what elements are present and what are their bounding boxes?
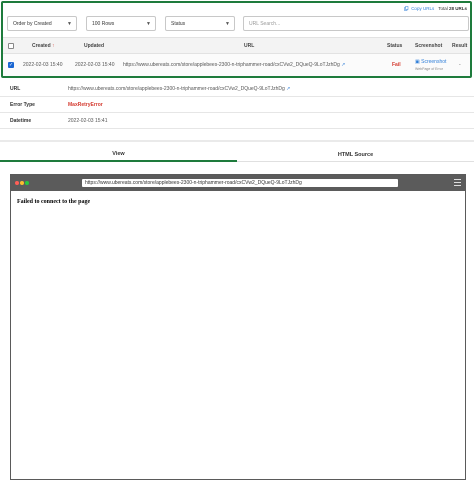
- select-all-checkbox[interactable]: [8, 43, 14, 49]
- chevron-down-icon: ▼: [225, 21, 230, 27]
- screenshot-caption: WebPage of Error: [415, 67, 443, 71]
- section-divider: [0, 140, 474, 142]
- header-created[interactable]: Created ↑: [32, 43, 55, 49]
- top-tools: Copy URLs Total 28 URLs: [404, 6, 467, 11]
- copy-urls-button[interactable]: Copy URLs: [404, 6, 434, 11]
- detail-error-label: Error Type: [10, 102, 35, 108]
- browser-toolbar: https://www.ubereats.com/store/applebees…: [11, 175, 465, 191]
- row-created: 2022-02-03 15:40: [23, 62, 63, 68]
- row-url: https://www.ubereats.com/store/applebees…: [123, 62, 345, 68]
- browser-preview: https://www.ubereats.com/store/applebees…: [10, 174, 466, 480]
- row-url-text: https://www.ubereats.com/store/applebees…: [123, 62, 340, 68]
- header-result: Result: [452, 43, 468, 49]
- table-row[interactable]: ✓ 2022-02-03 15:40 2022-02-03 15:40 http…: [3, 54, 470, 76]
- detail-error-row: Error Type MaxRetryError: [0, 97, 474, 113]
- order-select-value: Order by Created: [13, 20, 52, 27]
- tab-html-source[interactable]: HTML Source: [237, 148, 474, 162]
- header-created-label: Created: [32, 43, 51, 49]
- status-select[interactable]: Status ▼: [165, 16, 235, 31]
- detail-url-value: https://www.ubereats.com/store/applebees…: [68, 86, 290, 92]
- menu-icon[interactable]: [454, 179, 461, 186]
- view-tabs: View HTML Source: [0, 148, 474, 162]
- header-updated[interactable]: Updated: [84, 43, 104, 49]
- detail-url-row: URL https://www.ubereats.com/store/apple…: [0, 81, 474, 97]
- tab-view[interactable]: View: [0, 148, 237, 162]
- maximize-dot-icon: [25, 181, 29, 185]
- external-link-icon[interactable]: ↗: [341, 62, 345, 68]
- order-select[interactable]: Order by Created ▼: [7, 16, 77, 31]
- total-count: Total 28 URLs: [438, 6, 467, 11]
- close-dot-icon: [15, 181, 19, 185]
- table-header: Created ↑ Updated URL Status Screenshot …: [3, 37, 470, 54]
- row-status: Fail: [392, 62, 401, 68]
- row-updated: 2022-02-03 15:40: [75, 62, 115, 68]
- row-result: -: [459, 62, 461, 68]
- status-select-value: Status: [171, 20, 186, 27]
- copy-icon: [404, 6, 409, 11]
- page-error-message: Failed to connect to the page: [17, 199, 91, 205]
- url-search-input[interactable]: URL Search...: [243, 16, 469, 31]
- copy-urls-label: Copy URLs: [411, 6, 435, 11]
- detail-datetime-value: 2022-02-03 15:41: [68, 118, 108, 124]
- results-panel: Copy URLs Total 28 URLs Order by Created…: [1, 1, 472, 78]
- total-value: 28 URLs: [448, 6, 467, 11]
- detail-datetime-label: Datetime: [10, 118, 32, 124]
- detail-url-text: https://www.ubereats.com/store/applebees…: [68, 86, 285, 92]
- detail-error-value: MaxRetryError: [68, 102, 103, 108]
- image-icon: ▣: [415, 59, 420, 65]
- rows-select[interactable]: 100 Rows ▼: [86, 16, 156, 31]
- row-checkbox[interactable]: ✓: [8, 62, 14, 68]
- header-status[interactable]: Status: [387, 43, 402, 49]
- screenshot-link-label: Screenshot: [421, 59, 447, 65]
- detail-datetime-row: Datetime 2022-02-03 15:41: [0, 113, 474, 129]
- chevron-down-icon: ▼: [146, 21, 151, 27]
- header-screenshot: Screenshot: [415, 43, 443, 49]
- chevron-down-icon: ▼: [67, 21, 72, 27]
- sort-arrow-icon: ↑: [52, 43, 55, 49]
- external-link-icon[interactable]: ↗: [286, 86, 290, 92]
- screenshot-link[interactable]: ▣ Screenshot: [415, 59, 446, 65]
- rows-select-value: 100 Rows: [92, 20, 115, 27]
- total-label: Total: [438, 6, 448, 11]
- browser-address-bar[interactable]: https://www.ubereats.com/store/applebees…: [82, 179, 398, 187]
- minimize-dot-icon: [20, 181, 24, 185]
- detail-url-label: URL: [10, 86, 21, 92]
- header-url[interactable]: URL: [244, 43, 254, 49]
- url-search-placeholder: URL Search...: [249, 20, 281, 27]
